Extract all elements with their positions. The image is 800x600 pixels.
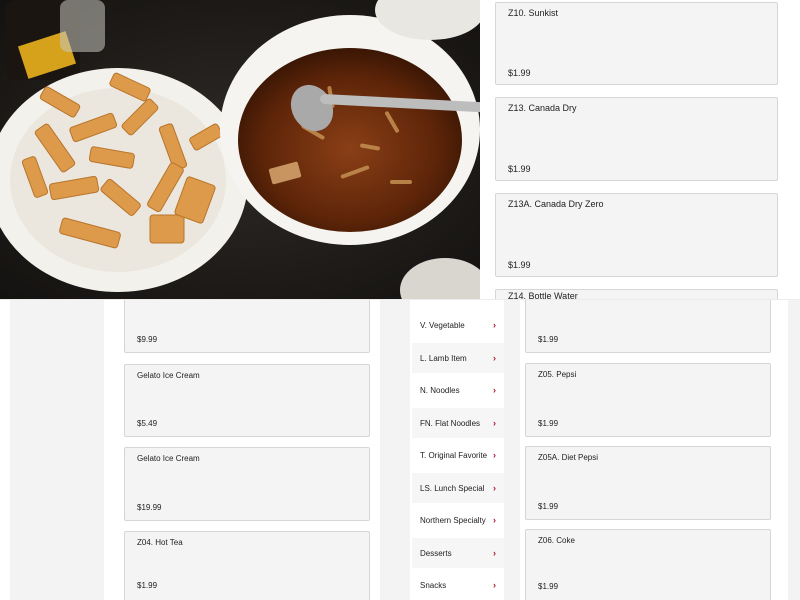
chevron-right-icon: › [493, 548, 496, 558]
hot-and-sour-soup [238, 48, 462, 232]
category-label: Northern Specialty [420, 515, 486, 525]
menu-item-name: Z04. Hot Tea [137, 538, 183, 547]
category-label: V. Vegetable [420, 320, 465, 330]
category-item-noodles[interactable]: N. Noodles › [412, 375, 504, 405]
category-label: Snacks [420, 580, 447, 590]
menu-item-name: Gelato Ice Cream [137, 371, 200, 380]
menu-item-card[interactable]: Z04. Hot Tea $1.99 [124, 531, 370, 600]
menu-item-price: $19.99 [137, 503, 162, 512]
chevron-right-icon: › [493, 320, 496, 330]
category-label: L. Lamb Item [420, 353, 467, 363]
desserts-menu-panel: $9.99 Gelato Ice Cream $5.49 Gelato Ice … [0, 300, 400, 600]
menu-item-card[interactable]: Z13. Canada Dry $1.99 [495, 97, 778, 181]
menu-item-name: Z13. Canada Dry [508, 103, 577, 113]
right-gutter [788, 300, 800, 600]
category-item-desserts[interactable]: Desserts › [412, 538, 504, 568]
menu-item-price: $1.99 [508, 260, 531, 270]
category-item-lunch-special[interactable]: LS. Lunch Special › [412, 473, 504, 503]
menu-item-card[interactable]: Z10. Sunkist $1.99 [495, 2, 778, 85]
chevron-right-icon: › [493, 385, 496, 395]
category-item-vegetable[interactable]: V. Vegetable › [412, 310, 504, 340]
menu-item-price: $9.99 [137, 335, 158, 344]
menu-item-price: $1.99 [508, 164, 531, 174]
category-item-original-favorite[interactable]: T. Original Favorite › [412, 440, 504, 470]
menu-item-card[interactable]: Gelato Ice Cream $5.49 [124, 364, 370, 437]
category-and-drinks-panel: V. Vegetable › L. Lamb Item › N. Noodles… [400, 300, 800, 600]
menu-item-name: Z05. Pepsi [538, 370, 577, 379]
menu-item-price: $1.99 [137, 581, 158, 590]
drinks-menu-panel-top: Z10. Sunkist $1.99 Z13. Canada Dry $1.99… [480, 0, 800, 300]
category-item-lamb[interactable]: L. Lamb Item › [412, 343, 504, 373]
menu-item-name: Z10. Sunkist [508, 8, 559, 18]
category-item-northern-specialty[interactable]: Northern Specialty › [412, 505, 504, 535]
menu-item-price: $1.99 [538, 419, 559, 428]
menu-item-card[interactable]: Z05. Pepsi $1.99 [525, 363, 771, 437]
menu-item-price: $1.99 [538, 502, 559, 511]
chevron-right-icon: › [493, 450, 496, 460]
middle-gutter [504, 300, 520, 600]
category-label: FN. Flat Noodles [420, 418, 481, 428]
menu-item-card[interactable]: Z13A. Canada Dry Zero $1.99 [495, 193, 778, 277]
category-label: T. Original Favorite [420, 450, 488, 460]
scroll-gutter [380, 300, 400, 600]
menu-item-name: Gelato Ice Cream [137, 454, 200, 463]
menu-item-card[interactable]: $9.99 [124, 300, 370, 353]
chevron-right-icon: › [493, 418, 496, 428]
category-item-flat-noodles[interactable]: FN. Flat Noodles › [412, 408, 504, 438]
menu-item-price: $5.49 [137, 419, 158, 428]
category-item-snacks[interactable]: Snacks › [412, 570, 504, 600]
menu-item-card[interactable]: Z05A. Diet Pepsi $1.99 [525, 446, 771, 520]
chevron-right-icon: › [493, 483, 496, 493]
menu-item-card[interactable]: $1.99 [525, 300, 771, 353]
food-photo [0, 0, 480, 300]
menu-item-name: Z05A. Diet Pepsi [538, 453, 599, 462]
chevron-right-icon: › [493, 353, 496, 363]
category-label: LS. Lunch Special [420, 483, 485, 493]
left-gutter [400, 300, 410, 600]
chevron-right-icon: › [493, 515, 496, 525]
menu-item-name: Z13A. Canada Dry Zero [508, 199, 604, 209]
menu-item-card[interactable]: Z06. Coke $1.99 [525, 529, 771, 600]
food-photo-illustration [0, 0, 480, 300]
menu-item-price: $1.99 [538, 335, 559, 344]
category-label: Desserts [420, 548, 452, 558]
menu-item-price: $1.99 [538, 582, 559, 591]
menu-item-name: Z06. Coke [538, 536, 575, 545]
glass [60, 0, 105, 52]
menu-item-price: $1.99 [508, 68, 531, 78]
category-label: N. Noodles [420, 385, 460, 395]
menu-item-card[interactable]: Gelato Ice Cream $19.99 [124, 447, 370, 521]
chevron-right-icon: › [493, 580, 496, 590]
sidebar-area [10, 300, 104, 600]
